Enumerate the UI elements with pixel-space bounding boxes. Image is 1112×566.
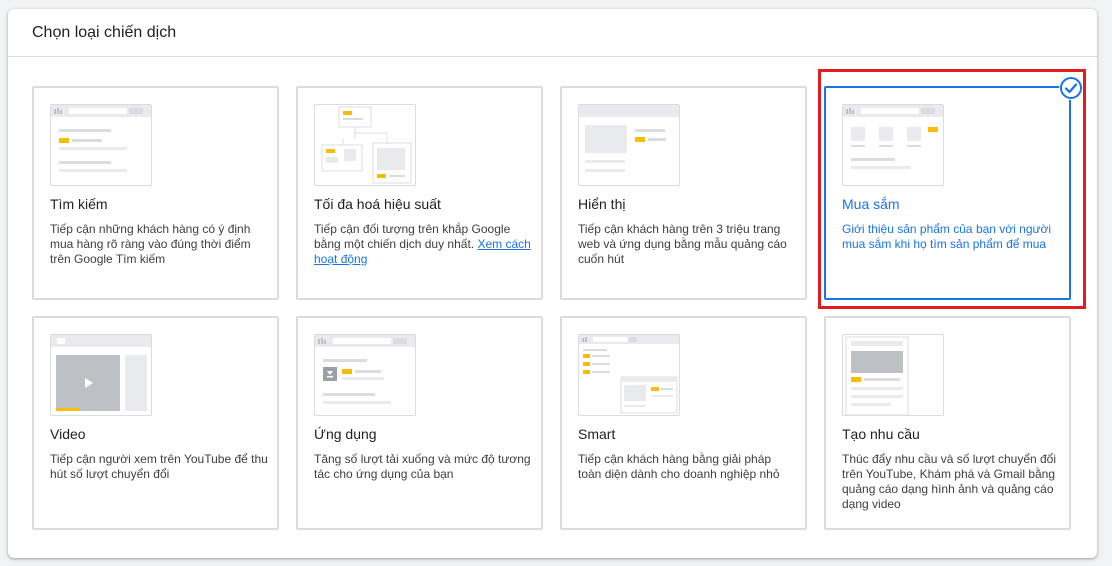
card-description: Tiếp cận người xem trên YouTube để thu h… — [50, 452, 268, 481]
app-illustration-icon — [314, 334, 416, 416]
campaign-card-display[interactable]: Hiển thị Tiếp cận khách hàng trên 3 triệ… — [560, 86, 807, 300]
card-title: Ứng dụng — [314, 426, 377, 442]
demand-gen-illustration-icon — [842, 334, 944, 416]
campaign-card-demand-gen[interactable]: Tạo nhu cầu Thúc đẩy nhu cầu và số lượt … — [824, 316, 1071, 530]
card-title: Tối đa hoá hiệu suất — [314, 196, 441, 212]
card-title: Tạo nhu cầu — [842, 426, 920, 442]
card-description: Tiếp cận khách hàng bằng giải pháp toàn … — [578, 452, 780, 481]
campaign-card-app[interactable]: Ứng dụng Tăng số lượt tải xuống và mức đ… — [296, 316, 543, 530]
panel-title: Chọn loại chiến dịch — [32, 24, 177, 41]
campaign-card-smart[interactable]: Smart Tiếp cận khách hàng bằng giải pháp… — [560, 316, 807, 530]
performance-max-illustration-icon — [314, 104, 416, 186]
card-title: Video — [50, 426, 86, 442]
card-title: Smart — [578, 426, 616, 442]
campaign-card-search[interactable]: Tìm kiếm Tiếp cận những khách hàng có ý … — [32, 86, 279, 300]
card-title: Hiển thị — [578, 196, 626, 212]
card-description: Tiếp cận những khách hàng có ý định mua … — [50, 222, 251, 266]
card-description: Tiếp cận khách hàng trên 3 triệu trang w… — [578, 222, 787, 266]
smart-illustration-icon — [578, 334, 680, 416]
card-description: Tăng số lượt tải xuống và mức độ tương t… — [314, 452, 531, 481]
campaign-card-video[interactable]: Video Tiếp cận người xem trên YouTube để… — [32, 316, 279, 530]
campaign-card-performance-max[interactable]: Tối đa hoá hiệu suất Tiếp cận đối tượng … — [296, 86, 543, 300]
display-illustration-icon — [578, 104, 680, 186]
search-illustration-icon — [50, 104, 152, 186]
card-description: Thúc đẩy nhu cầu và số lượt chuyển đổi t… — [842, 452, 1057, 511]
check-circle-icon — [1059, 76, 1083, 100]
panel-header: Chọn loại chiến dịch — [8, 9, 1097, 57]
card-title: Tìm kiếm — [50, 196, 108, 212]
card-description: Tiếp cận đối tượng trên khắp Google bằng… — [314, 222, 532, 267]
video-illustration-icon — [50, 334, 152, 416]
selection-highlight-frame — [818, 69, 1086, 309]
